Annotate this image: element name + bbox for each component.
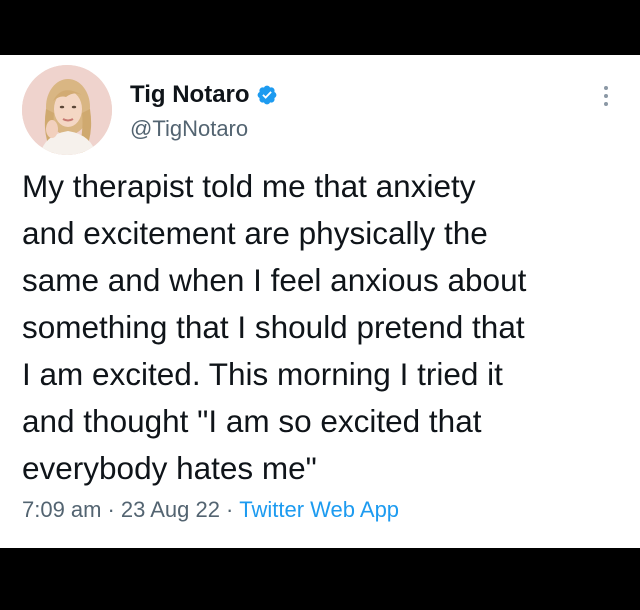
author-name[interactable]: Tig Notaro	[130, 81, 250, 109]
tweet-date[interactable]: 23 Aug 22	[121, 497, 220, 522]
bottom-black-bar	[0, 548, 640, 610]
tweet-time[interactable]: 7:09 am	[22, 497, 102, 522]
more-dot	[604, 94, 608, 98]
tweet-text-line: same and when I feel anxious about	[22, 262, 527, 298]
tweet-text-line: I am excited. This morning I tried it	[22, 356, 503, 392]
tweet-text-line: and thought "I am so excited that	[22, 403, 482, 439]
tweet-text-line: everybody hates me"	[22, 450, 317, 486]
verified-badge-icon	[256, 84, 278, 106]
top-black-bar	[0, 0, 640, 55]
tweet-text-line: My therapist told me that anxiety	[22, 168, 476, 204]
tweet-text-line: and excitement are physically the	[22, 215, 488, 251]
more-options-icon[interactable]	[596, 79, 616, 113]
tweet-text: My therapist told me that anxiety and ex…	[22, 163, 622, 492]
author-avatar[interactable]	[22, 65, 112, 155]
author-handle[interactable]: @TigNotaro	[130, 116, 248, 142]
more-dot	[604, 86, 608, 90]
tweet-card: Tig Notaro @TigNotaro My therapist told …	[0, 55, 640, 548]
tweet-metadata: 7:09 am · 23 Aug 22 · Twitter Web App	[22, 497, 399, 523]
author-name-row: Tig Notaro	[130, 80, 278, 110]
separator: ·	[107, 497, 115, 522]
more-dot	[604, 102, 608, 106]
tweet-text-line: something that I should pretend that	[22, 309, 525, 345]
tweet-source-link[interactable]: Twitter Web App	[239, 497, 399, 522]
separator: ·	[225, 497, 234, 522]
